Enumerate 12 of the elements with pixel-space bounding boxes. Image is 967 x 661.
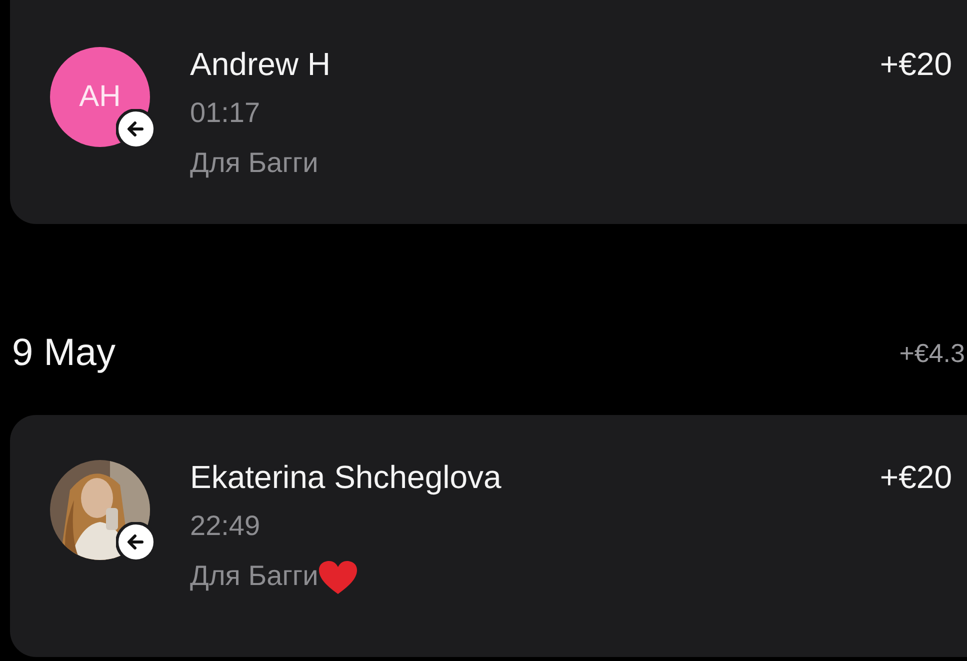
transaction-time: 22:49 xyxy=(190,509,262,543)
transaction-card[interactable]: AH Andrew H 01:17 Для Багги +€20 xyxy=(10,0,967,224)
section-total: +€4.3 xyxy=(899,338,965,369)
sender-name: Ekaterina Shcheglova xyxy=(190,458,502,497)
sender-name: Andrew H xyxy=(190,45,332,84)
section-date: 9 May xyxy=(12,332,116,375)
transaction-card[interactable]: Ekaterina Shcheglova 22:49 Для Багги +€20 xyxy=(10,415,967,657)
transaction-amount: +€20 xyxy=(880,45,952,84)
transaction-time: 01:17 xyxy=(190,96,262,130)
transaction-amount: +€20 xyxy=(880,458,952,497)
transaction-note: Для Багги xyxy=(190,146,318,180)
transaction-note: Для Багги xyxy=(190,559,318,593)
